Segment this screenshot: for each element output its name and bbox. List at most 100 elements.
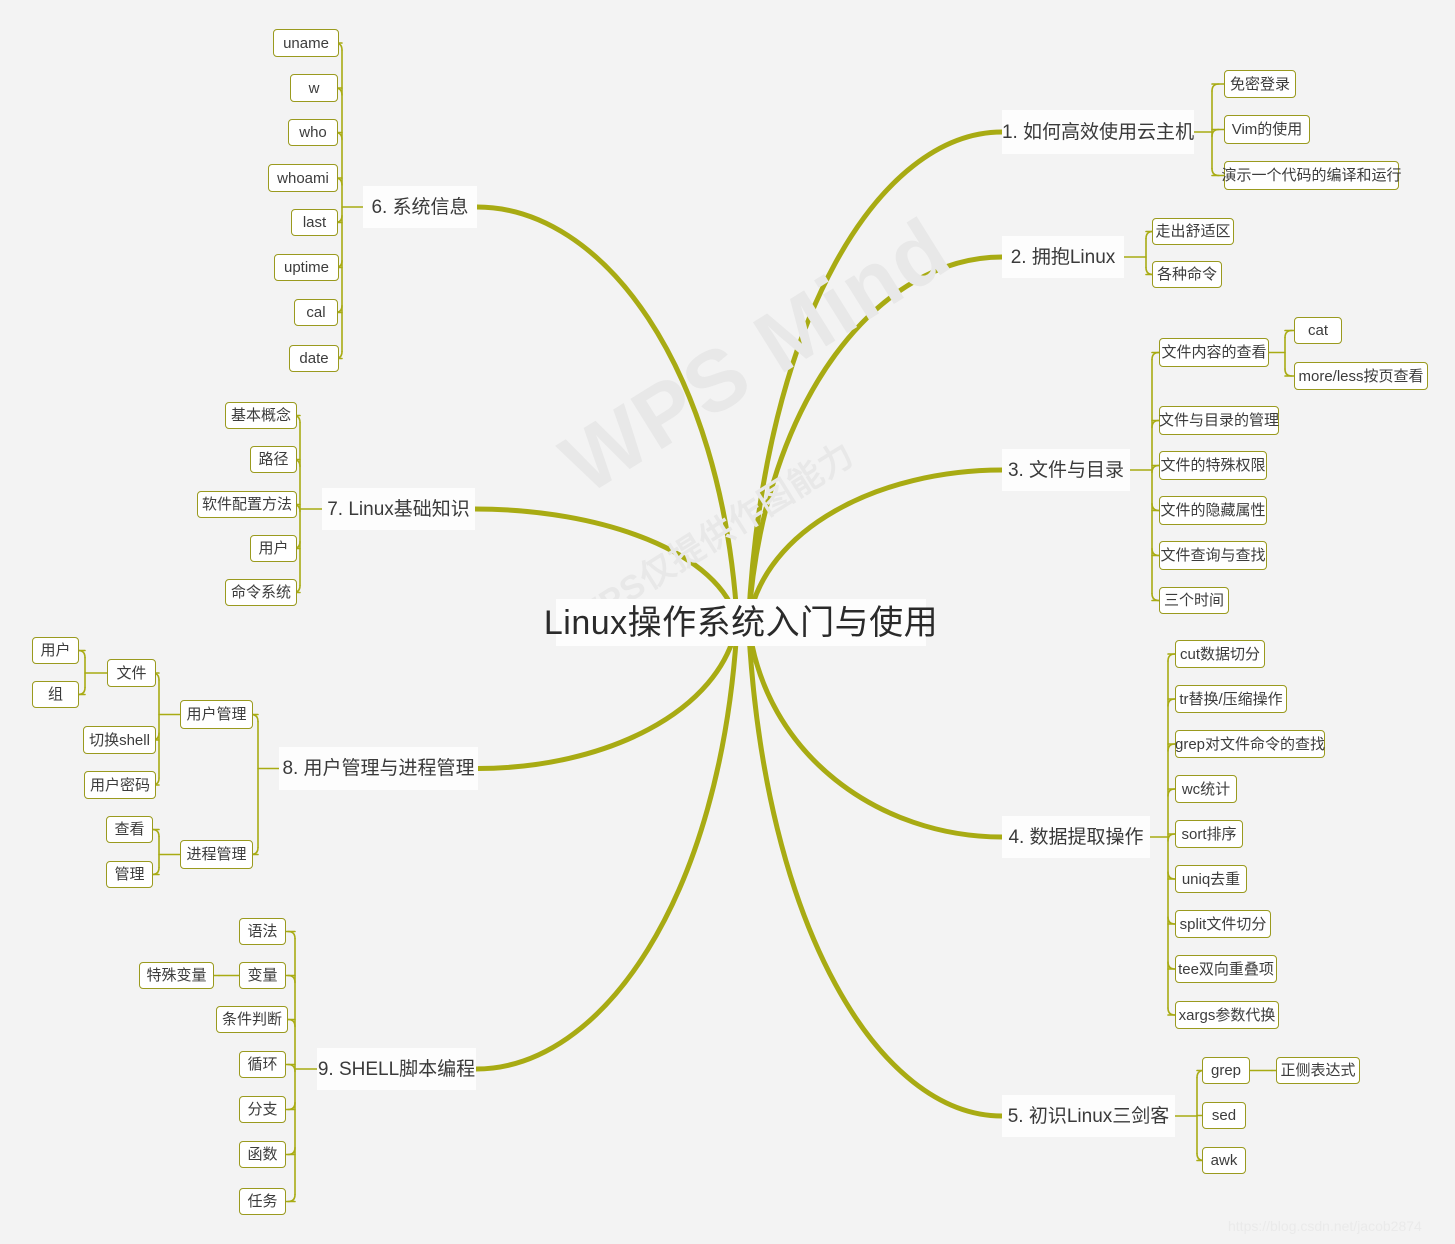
topic-l1-xargs参数代换[interactable]: xargs参数代换 <box>1175 1001 1279 1029</box>
topic-l1-uptime[interactable]: uptime <box>274 254 339 281</box>
node-label: tee双向重叠项 <box>1178 960 1274 978</box>
topic-l1-软件配置方法[interactable]: 软件配置方法 <box>197 491 297 518</box>
topic-l1-tee双向重叠项[interactable]: tee双向重叠项 <box>1175 955 1277 983</box>
topic-l1-走出舒适区[interactable]: 走出舒适区 <box>1152 218 1234 245</box>
node-label: 正侧表达式 <box>1280 1062 1356 1079</box>
connector-elbow <box>1167 961 1176 970</box>
topic-l2-文件[interactable]: 文件 <box>107 659 156 687</box>
node-label: 用户管理 <box>186 706 247 723</box>
node-label: 路径 <box>258 451 289 468</box>
topic-l2-切换shell[interactable]: 切换shell <box>83 726 156 754</box>
topic-l1-grep对文件命令的查找[interactable]: grep对文件命令的查找 <box>1175 730 1325 758</box>
topic-l1-whoami[interactable]: whoami <box>268 164 338 192</box>
node-label: 函数 <box>247 1146 278 1163</box>
topic-l2-管理[interactable]: 管理 <box>106 861 153 888</box>
main-topic-3-文件与目录[interactable]: 3. 文件与目录 <box>1002 449 1130 491</box>
topic-l2-cat[interactable]: cat <box>1294 317 1342 344</box>
node-label: 文件的隐藏属性 <box>1160 502 1266 519</box>
topic-l2-用户密码[interactable]: 用户密码 <box>84 771 156 799</box>
node-label: 分支 <box>247 1101 278 1118</box>
topic-l1-演示一个代码的编译和运行[interactable]: 演示一个代码的编译和运行 <box>1222 161 1402 190</box>
topic-l1-文件内容的查看[interactable]: 文件内容的查看 <box>1159 338 1269 367</box>
node-label: 变量 <box>247 967 278 984</box>
topic-l1-用户管理[interactable]: 用户管理 <box>180 700 253 729</box>
connector-elbow <box>287 1018 296 1028</box>
topic-l1-三个时间[interactable]: 三个时间 <box>1159 587 1229 614</box>
topic-l1-sort排序[interactable]: sort排序 <box>1175 820 1243 848</box>
main-branch-b9 <box>475 622 740 1072</box>
topic-l1-split文件切分[interactable]: split文件切分 <box>1175 910 1271 938</box>
topic-l1-任务[interactable]: 任务 <box>239 1188 286 1215</box>
connector-elbow <box>287 1101 296 1111</box>
topic-l1-用户[interactable]: 用户 <box>250 535 297 562</box>
topic-l2-查看[interactable]: 查看 <box>106 816 153 843</box>
topic-l1-语法[interactable]: 语法 <box>239 918 286 945</box>
topic-l1-各种命令[interactable]: 各种命令 <box>1152 261 1222 288</box>
topic-l1-date[interactable]: date <box>289 345 339 372</box>
connector-elbow <box>287 1146 296 1156</box>
connector-elbow <box>287 974 296 984</box>
topic-l1-文件查询与查找[interactable]: 文件查询与查找 <box>1159 541 1267 570</box>
topic-l1-cut数据切分[interactable]: cut数据切分 <box>1175 640 1265 668</box>
connector-elbow <box>1167 653 1176 662</box>
node-label: sed <box>1211 1107 1237 1124</box>
topic-l1-vim的使用[interactable]: Vim的使用 <box>1224 115 1310 144</box>
topic-l1-tr替换-压缩操作[interactable]: tr替换/压缩操作 <box>1175 685 1287 713</box>
topic-l1-last[interactable]: last <box>291 209 338 236</box>
topic-l1-w[interactable]: w <box>290 74 338 102</box>
node-label: 用户密码 <box>90 776 151 794</box>
node-label: 5. 初识Linux三剑客 <box>1007 1105 1170 1127</box>
node-label: awk <box>1210 1152 1238 1169</box>
node-label: 免密登录 <box>1230 75 1291 93</box>
topic-l1-who[interactable]: who <box>288 119 338 146</box>
topic-l1-函数[interactable]: 函数 <box>239 1141 286 1168</box>
topic-l2-more-less按页查看[interactable]: more/less按页查看 <box>1294 362 1428 390</box>
node-label: split文件切分 <box>1179 915 1267 933</box>
topic-l1-sed[interactable]: sed <box>1202 1102 1246 1129</box>
topic-l1-uname[interactable]: uname <box>273 29 339 57</box>
connector-elbow <box>151 828 160 838</box>
topic-l1-路径[interactable]: 路径 <box>250 446 297 473</box>
connector-elbow <box>1151 547 1160 557</box>
main-topic-1-如何高效使用云主机[interactable]: 1. 如何高效使用云主机 <box>1002 110 1194 154</box>
topic-l1-基本概念[interactable]: 基本概念 <box>225 402 297 429</box>
node-label: 文件内容的查看 <box>1161 344 1267 361</box>
node-label: grep <box>1210 1062 1242 1079</box>
topic-l1-文件的特殊权限[interactable]: 文件的特殊权限 <box>1159 451 1267 480</box>
main-topic-2-拥抱linux[interactable]: 2. 拥抱Linux <box>1002 236 1124 278</box>
topic-l1-命令系统[interactable]: 命令系统 <box>225 579 297 606</box>
topic-l3-用户[interactable]: 用户 <box>32 637 79 664</box>
topic-l1-免密登录[interactable]: 免密登录 <box>1224 70 1296 98</box>
topic-l1-grep[interactable]: grep <box>1202 1057 1250 1084</box>
topic-l1-条件判断[interactable]: 条件判断 <box>216 1006 288 1033</box>
topic-l1-wc统计[interactable]: wc统计 <box>1175 775 1237 803</box>
watermark-url: https://blog.csdn.net/jacob2874 <box>1228 1218 1422 1234</box>
main-topic-9-shell脚本编程[interactable]: 9. SHELL脚本编程 <box>317 1048 476 1090</box>
main-topic-6-系统信息[interactable]: 6. 系统信息 <box>363 186 477 228</box>
connector-elbow <box>287 930 296 940</box>
main-topic-7-linux基础知识[interactable]: 7. Linux基础知识 <box>322 488 475 530</box>
main-topic-5-初识linux三剑客[interactable]: 5. 初识Linux三剑客 <box>1002 1095 1175 1137</box>
main-topic-8-用户管理与进程管理[interactable]: 8. 用户管理与进程管理 <box>279 747 478 790</box>
topic-l1-awk[interactable]: awk <box>1202 1147 1246 1174</box>
topic-l2-正侧表达式[interactable]: 正侧表达式 <box>1276 1057 1360 1084</box>
connector-elbow <box>1167 788 1176 797</box>
topic-l3-组[interactable]: 组 <box>32 681 79 708</box>
topic-l1-文件与目录的管理[interactable]: 文件与目录的管理 <box>1159 406 1279 435</box>
topic-l1-分支[interactable]: 分支 <box>239 1096 286 1123</box>
node-label: cat <box>1307 322 1328 339</box>
node-label: 条件判断 <box>222 1011 283 1028</box>
connector-elbow <box>1211 128 1220 138</box>
main-topic-4-数据提取操作[interactable]: 4. 数据提取操作 <box>1002 816 1150 858</box>
node-label: 管理 <box>114 866 145 883</box>
topic-l1-uniq去重[interactable]: uniq去重 <box>1175 865 1247 893</box>
node-label: 基本概念 <box>231 407 292 424</box>
topic-l2-特殊变量[interactable]: 特殊变量 <box>139 962 214 989</box>
topic-l1-进程管理[interactable]: 进程管理 <box>180 840 253 869</box>
node-label: sort排序 <box>1181 825 1237 843</box>
root-topic-linux操作系统入门与使用[interactable]: Linux操作系统入门与使用 <box>544 599 938 646</box>
topic-l1-文件的隐藏属性[interactable]: 文件的隐藏属性 <box>1159 496 1267 525</box>
topic-l1-变量[interactable]: 变量 <box>239 962 286 989</box>
topic-l1-循环[interactable]: 循环 <box>239 1051 286 1078</box>
topic-l1-cal[interactable]: cal <box>294 299 338 326</box>
